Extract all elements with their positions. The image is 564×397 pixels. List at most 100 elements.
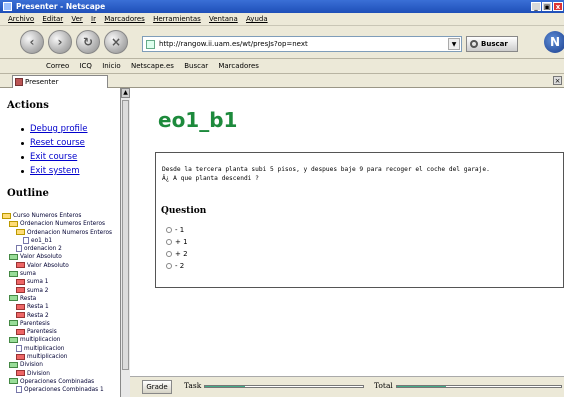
radio-icon[interactable] [166,239,172,245]
reload-button[interactable]: ↻ [76,30,100,54]
outline-item[interactable]: Operaciones Combinadas [2,378,124,386]
exit-course-link[interactable]: Exit course [21,152,88,166]
menu-ver[interactable]: Ver [71,15,82,23]
bookmark-icq[interactable]: ICQ [79,62,91,70]
outline-item-label: Parentesis [20,320,50,327]
outline-item-label: Parentesis [27,329,57,336]
folder-open-icon [9,220,18,227]
outline-item[interactable]: Ordenacion Numeros Enteros [2,229,124,237]
forward-button[interactable]: › [48,30,72,54]
outline-item[interactable]: Valor Absoluto [2,262,124,270]
outline-item[interactable]: Curso Numeros Enteros [2,212,124,220]
reset-course-link[interactable]: Reset course [21,138,88,152]
folder-icon [16,287,25,294]
outline-item[interactable]: Parentesis [2,320,124,328]
actions-list: Debug profile Reset course Exit course E… [21,124,88,180]
outline-item[interactable]: multiplicacion [2,353,124,361]
outline-item[interactable]: Division [2,361,124,369]
menu-ayuda[interactable]: Ayuda [246,15,268,23]
answer-option[interactable]: + 2 [166,249,188,260]
answer-label: - 2 [175,262,185,270]
document-icon [23,236,29,244]
document-icon [16,386,22,394]
left-scrollbar[interactable]: ▲ [120,88,130,397]
actions-heading: Actions [7,100,49,111]
navigation-frame: Actions Debug profile Reset course Exit … [0,88,125,397]
answer-option[interactable]: + 1 [166,237,188,248]
search-button-label: Buscar [481,40,508,48]
outline-item-label: suma 2 [27,287,49,294]
outline-item[interactable]: Valor Absoluto [2,253,124,261]
question-text: Desde la tercera planta subi 5 pisos, y … [162,165,557,183]
outline-item-label: Ordenacion Numeros Enteros [27,229,113,236]
scroll-thumb[interactable] [122,100,129,370]
tab-presenter[interactable]: Presenter [12,75,108,88]
url-input[interactable]: http://rangow.ii.uam.es/wt/presJs?op=nex… [142,36,462,52]
close-tab-icon[interactable]: × [553,76,562,85]
folder-icon [9,336,18,343]
exit-system-link[interactable]: Exit system [21,166,88,180]
menu-editar[interactable]: Editar [42,15,63,23]
tab-label: Presenter [25,78,59,86]
outline-item[interactable]: multiplicacion [2,336,124,344]
tab-bar: Presenter × [0,74,564,88]
outline-item-label: suma 1 [27,279,49,286]
menu-ir[interactable]: Ir [91,15,96,23]
radio-icon[interactable] [166,251,172,257]
menu-herramientas[interactable]: Herramientas [153,15,201,23]
outline-tree: Curso Numeros Enteros Ordenacion Numeros … [2,212,124,395]
outline-item[interactable]: Division [2,370,124,378]
radio-icon[interactable] [166,227,172,233]
bookmark-correo[interactable]: Correo [46,62,69,70]
menu-marcadores[interactable]: Marcadores [104,15,145,23]
back-button[interactable]: ‹ [20,30,44,54]
radio-icon[interactable] [166,263,172,269]
outline-item[interactable]: suma 1 [2,278,124,286]
netscape-logo: N [544,31,564,53]
search-icon [470,40,478,48]
window-title: Presenter - Netscape [16,2,106,11]
search-button[interactable]: Buscar [466,36,518,52]
outline-item[interactable]: Resta 2 [2,312,124,320]
bookmark-buscar[interactable]: Buscar [184,62,208,70]
task-progress-bar [204,385,364,388]
grade-bar: Grade Task Total [130,376,564,397]
answer-label: + 1 [175,238,188,246]
bookmarks-toolbar: Correo ICQ Inicio Netscape.es Buscar Mar… [0,59,564,74]
answer-option[interactable]: - 1 [166,225,184,236]
outline-item[interactable]: Resta 1 [2,303,124,311]
folder-icon [16,262,25,269]
url-text: http://rangow.ii.uam.es/wt/presJs?op=nex… [159,40,308,48]
bookmark-marcadores[interactable]: Marcadores [218,62,259,70]
menu-ventana[interactable]: Ventana [209,15,238,23]
close-window-button[interactable]: x [553,2,563,11]
grade-button[interactable]: Grade [142,380,172,394]
menu-archivo[interactable]: Archivo [8,15,34,23]
maximize-button[interactable]: ▣ [542,2,552,11]
outline-item-label: Ordenacion Numeros Enteros [20,221,106,228]
outline-item[interactable]: suma 2 [2,287,124,295]
folder-icon [16,353,25,360]
outline-item[interactable]: eo1_b1 [2,236,124,245]
url-dropdown-icon[interactable]: ▼ [448,38,460,50]
outline-item[interactable]: suma [2,270,124,278]
outline-item[interactable]: ordenacion 2 [2,245,124,253]
page-icon [146,40,155,49]
bookmark-inicio[interactable]: Inicio [102,62,121,70]
outline-item[interactable]: Ordenacion Numeros Enteros [2,220,124,228]
outline-item[interactable]: Parentesis [2,328,124,336]
answer-option[interactable]: - 2 [166,261,184,272]
folder-icon [9,295,18,302]
stop-button[interactable]: × [104,30,128,54]
minimize-button[interactable]: _ [531,2,541,11]
folder-icon [9,378,18,385]
bookmark-netscape[interactable]: Netscape.es [131,62,174,70]
task-progress-fill [205,386,245,387]
outline-item[interactable]: Operaciones Combinadas 1 [2,386,124,394]
menu-bar: Archivo Editar Ver Ir Marcadores Herrami… [0,13,564,26]
outline-item[interactable]: Resta [2,295,124,303]
outline-item[interactable]: multiplicacion [2,344,124,353]
scroll-up-icon[interactable]: ▲ [121,88,130,98]
debug-profile-link[interactable]: Debug profile [21,124,88,138]
document-icon [16,344,22,352]
